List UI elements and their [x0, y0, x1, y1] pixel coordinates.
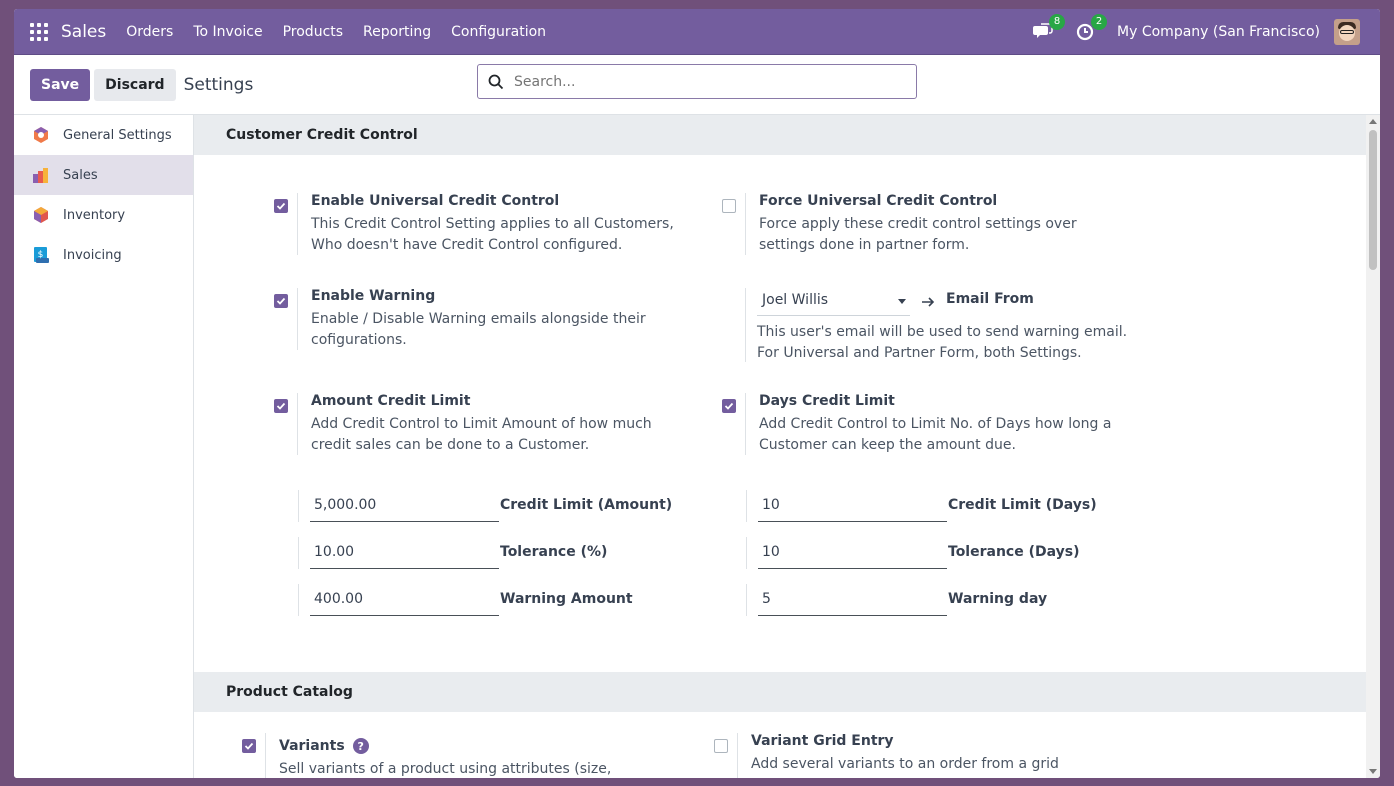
- setting-label: Enable Universal Credit Control: [311, 193, 560, 209]
- check-icon: [276, 402, 286, 410]
- settings-sidebar: General Settings Sales Inventory $ Invoi…: [14, 115, 194, 778]
- setting-label: Variant Grid Entry: [751, 733, 894, 749]
- setting-description: Sell variants of a product using attribu…: [279, 761, 612, 777]
- arrow-right-icon: [922, 297, 935, 307]
- setting-label: Enable Warning: [311, 288, 436, 304]
- field-label: Credit Limit (Amount): [500, 497, 673, 513]
- menu-to-invoice[interactable]: To Invoice: [193, 24, 262, 40]
- warning-day-input[interactable]: 5: [758, 588, 947, 616]
- company-switcher[interactable]: My Company (San Francisco): [1117, 24, 1320, 40]
- setting-description: Add Credit Control to Limit No. of Days …: [759, 416, 1112, 453]
- sidebar-item-sales[interactable]: Sales: [14, 155, 193, 195]
- setting-label: Amount Credit Limit: [311, 393, 471, 409]
- enable-warning-checkbox[interactable]: [274, 294, 288, 308]
- days-credit-limit-checkbox[interactable]: [722, 399, 736, 413]
- activities-badge: 2: [1091, 13, 1108, 30]
- variant-grid-checkbox[interactable]: [714, 739, 728, 753]
- field-label: Warning Amount: [500, 591, 633, 607]
- sidebar-item-label: Inventory: [63, 207, 126, 223]
- universal-credit-checkbox[interactable]: [274, 199, 288, 213]
- amount-credit-limit-checkbox[interactable]: [274, 399, 288, 413]
- top-navbar: Sales Orders To Invoice Products Reporti…: [14, 9, 1380, 55]
- search-icon: [488, 74, 504, 89]
- sidebar-item-inventory[interactable]: Inventory: [14, 195, 193, 235]
- variants-label: Variants: [279, 738, 345, 754]
- field-label: Warning day: [948, 591, 1048, 607]
- field-label: Tolerance (Days): [948, 544, 1080, 560]
- app-brand[interactable]: Sales: [61, 22, 106, 42]
- svg-text:$: $: [38, 250, 44, 260]
- content-scrollbar[interactable]: [1366, 115, 1380, 778]
- credit-limit-days-input[interactable]: 10: [758, 494, 947, 522]
- email-from-select[interactable]: Joel Willis: [757, 288, 910, 316]
- sidebar-item-general-settings[interactable]: General Settings: [14, 115, 193, 155]
- check-icon: [244, 742, 254, 750]
- setting-label: Force Universal Credit Control: [759, 193, 998, 209]
- help-icon[interactable]: ?: [352, 738, 369, 754]
- email-from-value: Joel Willis: [762, 292, 829, 308]
- control-panel: Save Discard Settings: [14, 55, 1380, 115]
- messages-button[interactable]: 8: [1033, 13, 1066, 42]
- settings-content: Customer Credit Control Enable Universal…: [194, 115, 1380, 778]
- page-title: Settings: [183, 74, 254, 95]
- setting-description: Add several variants to an order from a …: [751, 756, 1059, 772]
- section-title-credit-control: Customer Credit Control: [194, 115, 1380, 155]
- field-label: Tolerance (%): [500, 544, 608, 560]
- tolerance-percent-input[interactable]: 10.00: [310, 541, 499, 569]
- sidebar-item-invoicing[interactable]: $ Invoicing: [14, 235, 193, 275]
- setting-description: Enable / Disable Warning emails alongsid…: [311, 311, 646, 348]
- warning-amount-input[interactable]: 400.00: [310, 588, 499, 616]
- setting-description: Add Credit Control to Limit Amount of ho…: [311, 416, 652, 453]
- activities-button[interactable]: 2: [1075, 13, 1108, 42]
- setting-label: Days Credit Limit: [759, 393, 895, 409]
- email-from-label: Email From: [946, 291, 1034, 307]
- sales-app-icon: [33, 168, 48, 183]
- search-input[interactable]: [514, 73, 894, 90]
- invoicing-app-icon: $: [34, 247, 49, 263]
- save-button[interactable]: Save: [30, 68, 91, 101]
- caret-down-icon: [898, 299, 906, 304]
- check-icon: [276, 297, 286, 305]
- check-icon: [276, 202, 286, 210]
- app-window: Sales Orders To Invoice Products Reporti…: [14, 9, 1380, 778]
- section-title-product-catalog: Product Catalog: [194, 672, 1380, 712]
- tolerance-days-input[interactable]: 10: [758, 541, 947, 569]
- scroll-down-icon[interactable]: [1369, 769, 1377, 774]
- settings-main: General Settings Sales Inventory $ Invoi…: [14, 115, 1380, 778]
- menu-products[interactable]: Products: [283, 24, 343, 40]
- product-catalog-block: Variants? Sell variants of a product usi…: [194, 712, 1380, 778]
- search-box[interactable]: [477, 64, 917, 99]
- sidebar-item-label: General Settings: [63, 127, 172, 143]
- credit-limit-amount-input[interactable]: 5,000.00: [310, 494, 499, 522]
- menu-configuration[interactable]: Configuration: [451, 24, 546, 40]
- credit-control-block: Enable Universal Credit Control This Cre…: [194, 155, 1380, 672]
- menu-orders[interactable]: Orders: [126, 24, 173, 40]
- menu-reporting[interactable]: Reporting: [363, 24, 431, 40]
- variants-checkbox[interactable]: [242, 739, 256, 753]
- setting-label: Variants?: [279, 738, 369, 754]
- general-settings-app-icon: [34, 127, 48, 143]
- setting-description: This Credit Control Setting applies to a…: [311, 216, 674, 253]
- check-icon: [724, 402, 734, 410]
- setting-description: This user's email will be used to send w…: [757, 324, 1128, 361]
- setting-description: Force apply these credit control setting…: [759, 216, 1077, 253]
- force-universal-checkbox[interactable]: [722, 199, 736, 213]
- messages-badge: 8: [1049, 13, 1066, 30]
- sidebar-item-label: Sales: [63, 167, 98, 183]
- discard-button[interactable]: Discard: [94, 68, 176, 101]
- apps-grid-icon[interactable]: [30, 22, 48, 41]
- scroll-thumb[interactable]: [1369, 130, 1377, 270]
- systray: 8 2 My Company (San Francisco): [1033, 13, 1380, 45]
- field-label: Credit Limit (Days): [948, 497, 1097, 513]
- inventory-app-icon: [34, 207, 48, 223]
- scroll-up-icon[interactable]: [1369, 119, 1377, 124]
- avatar[interactable]: [1334, 18, 1360, 45]
- sidebar-item-label: Invoicing: [63, 247, 122, 263]
